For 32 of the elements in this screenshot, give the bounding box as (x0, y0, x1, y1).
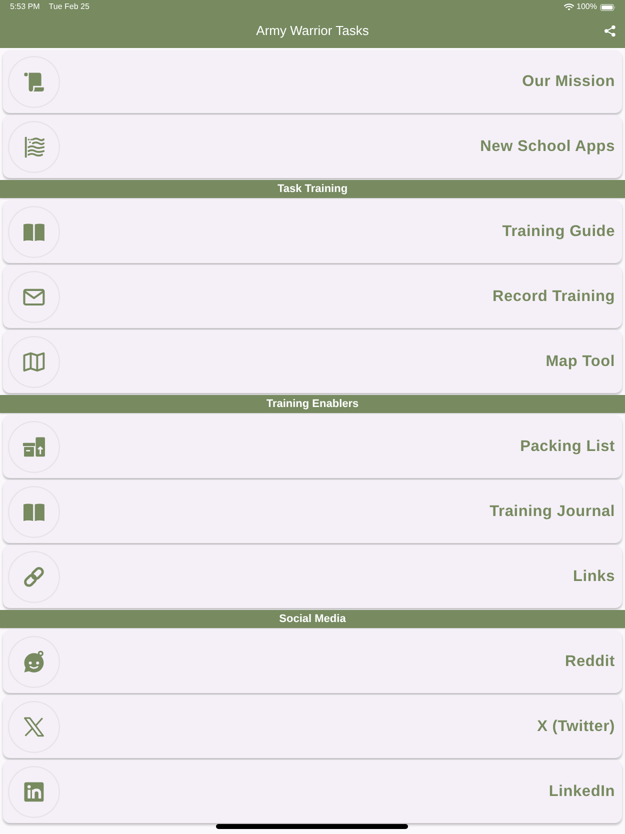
section-header: Task Training (0, 180, 625, 198)
alien-face-icon (8, 636, 60, 688)
menu-button[interactable]: Our Mission (3, 50, 622, 113)
menu-button[interactable]: Map Tool (3, 330, 622, 393)
app-title: Army Warrior Tasks (256, 23, 369, 39)
wifi-icon (564, 3, 574, 11)
status-time: 5:53 PM (10, 2, 40, 12)
chain-link-icon (8, 550, 60, 602)
menu-button[interactable]: Links (3, 545, 622, 608)
menu-button[interactable]: LinkedIn (3, 760, 622, 823)
menu-button[interactable]: Training Journal (3, 480, 622, 543)
status-date: Tue Feb 25 (48, 2, 90, 12)
open-book-icon (8, 486, 60, 538)
x-logo-icon (8, 700, 60, 752)
section-header: Social Media (0, 610, 625, 628)
menu-button[interactable]: New School Apps (3, 115, 622, 178)
open-book-icon (8, 206, 60, 258)
folded-map-icon (8, 336, 60, 388)
menu-button[interactable]: Packing List (3, 415, 622, 478)
battery-percent: 100% (576, 2, 597, 12)
envelope-icon (8, 270, 60, 322)
menu-button[interactable]: Reddit (3, 630, 622, 693)
section-header: Training Enablers (0, 395, 625, 413)
menu-button[interactable]: Record Training (3, 265, 622, 328)
flag-icon (8, 120, 60, 172)
menu-button[interactable]: X (Twitter) (3, 695, 622, 758)
battery-icon (600, 4, 616, 10)
boxes-icon (8, 420, 60, 472)
menu-button[interactable]: Training Guide (3, 200, 622, 263)
in-logo-icon (8, 766, 60, 818)
share-icon[interactable] (604, 25, 616, 37)
scroll-icon (8, 56, 60, 108)
